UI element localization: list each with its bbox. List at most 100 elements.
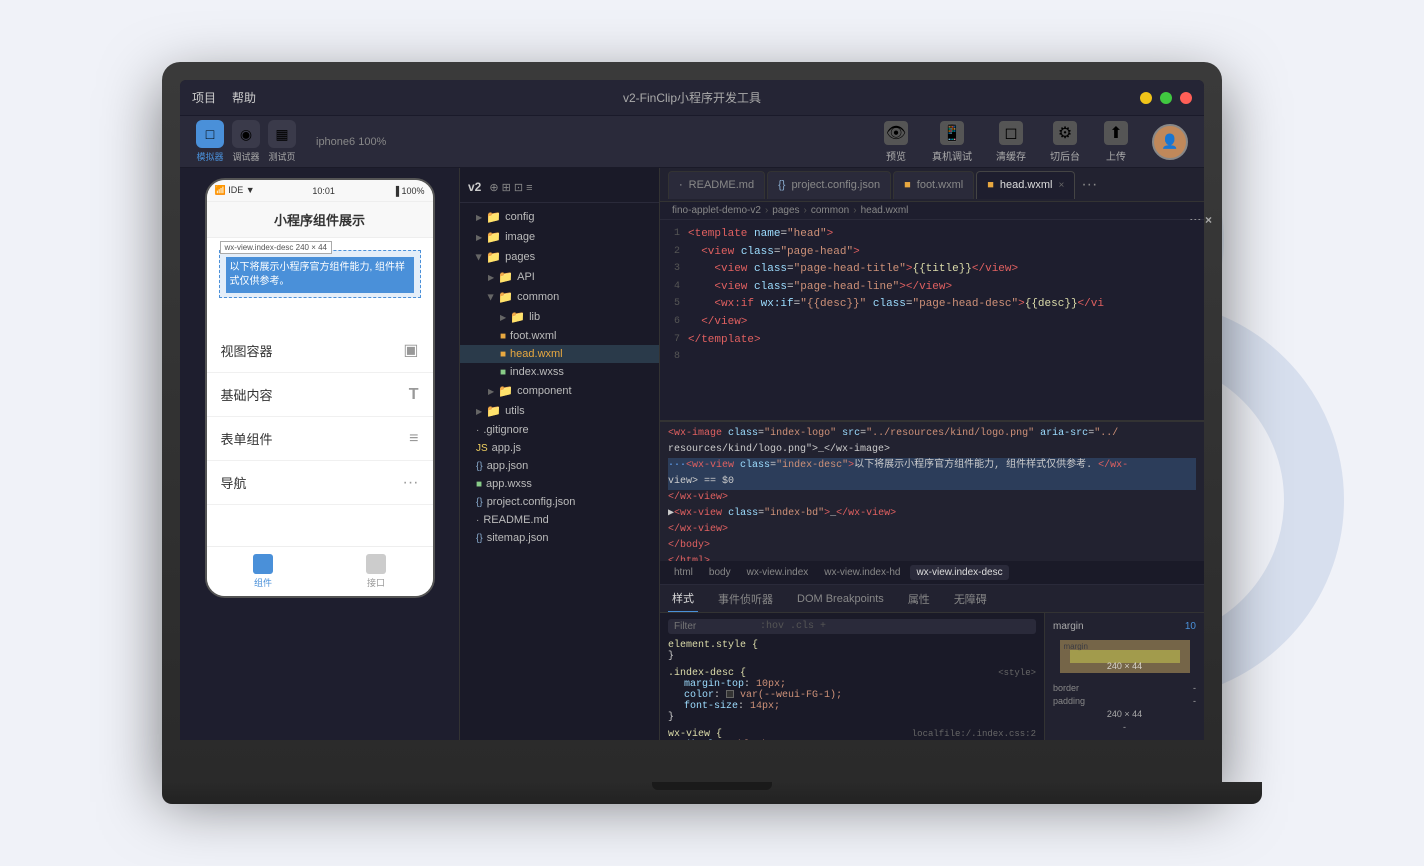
tab-more[interactable]: ··· — [1081, 176, 1097, 194]
simulate-button[interactable]: □ 模拟器 — [196, 120, 224, 163]
tree-item-head-wxml[interactable]: ■ head.wxml — [460, 345, 659, 363]
list-item-label-4: 导航 — [221, 473, 247, 492]
tree-item-image[interactable]: ▶ 📁 image — [460, 227, 659, 247]
tree-label-component: component — [517, 385, 571, 397]
devtools: <wx-image class="index-logo" src="../res… — [660, 420, 1204, 740]
phone-status-time: 10:01 — [312, 186, 335, 196]
window-minimize[interactable] — [1140, 92, 1152, 104]
element-tab-wx-view-index-hd[interactable]: wx-view.index-hd — [818, 565, 906, 580]
bm-bottom-dash: - — [1123, 722, 1126, 732]
devtools-tab-accessibility[interactable]: 无障碍 — [950, 585, 991, 613]
tree-item-config[interactable]: ▶ 📁 config — [460, 207, 659, 227]
devtools-tab-styles[interactable]: 样式 — [668, 585, 698, 613]
tree-label-app-wxss: app.wxss — [486, 478, 532, 490]
line-num-6: 6 — [660, 314, 688, 330]
tab-foot[interactable]: ■ foot.wxml — [893, 171, 974, 199]
style-source-index-desc[interactable]: <style> — [998, 668, 1036, 678]
list-item-nav[interactable]: 导航 ··· — [207, 461, 433, 505]
tree-item-gitignore[interactable]: · .gitignore — [460, 421, 659, 439]
tree-label-api: API — [517, 271, 535, 283]
html-line-text-6: ▶<wx-view class="index-bd">_</wx-view> — [668, 506, 896, 522]
devtools-tab-props[interactable]: 属性 — [904, 585, 934, 613]
element-tab-wx-view-index[interactable]: wx-view.index — [741, 565, 815, 580]
tree-item-app-wxss[interactable]: ■ app.wxss — [460, 475, 659, 493]
line-num-8: 8 — [660, 349, 688, 365]
devtools-tab-dom[interactable]: DOM Breakpoints — [793, 585, 888, 613]
folder-icon-pages: 📁 — [486, 250, 501, 264]
bm-border-label: border — [1053, 683, 1079, 693]
preview-icon: 👁 — [884, 121, 908, 145]
window-maximize[interactable] — [1160, 92, 1172, 104]
tree-item-pages[interactable]: ▶ 📁 pages — [460, 247, 659, 267]
tree-item-common[interactable]: ▶ 📁 common — [460, 287, 659, 307]
preview-action[interactable]: 👁 预览 — [884, 121, 908, 163]
menu-project[interactable]: 项目 — [192, 89, 216, 106]
tab-close-head[interactable]: × — [1058, 180, 1064, 191]
phone-nav-components[interactable]: 组件 — [253, 554, 273, 589]
box-model-panel: margin 10 margin — [1044, 613, 1204, 740]
menu-help[interactable]: 帮助 — [232, 89, 256, 106]
highlight-label: wx-view.index-desc 240 × 44 — [220, 241, 333, 254]
bm-section-border: border - — [1053, 683, 1196, 693]
list-item-form[interactable]: 表单组件 ≡ — [207, 417, 433, 461]
tree-item-api[interactable]: ▶ 📁 API — [460, 267, 659, 287]
phone-status-left: 📶 IDE ▼ — [215, 185, 255, 196]
arrow-pages: ▶ — [475, 254, 484, 260]
html-line-text-9: </html> — [668, 554, 710, 561]
tree-item-project-config[interactable]: {} project.config.json — [460, 493, 659, 511]
debug-button[interactable]: ◉ 调试器 — [232, 120, 260, 163]
code-text-4: <view class="page-head-line"></view> — [688, 279, 952, 297]
list-item-basic-content[interactable]: 基础内容 T — [207, 373, 433, 417]
phone-frame: 📶 IDE ▼ 10:01 ▐ 100% 小程序组件展示 ··· × — [205, 178, 435, 598]
tree-item-app-json[interactable]: {} app.json — [460, 457, 659, 475]
tree-item-foot-wxml[interactable]: ■ foot.wxml — [460, 327, 659, 345]
tree-label-utils: utils — [505, 405, 525, 417]
line-num-1: 1 — [660, 226, 688, 242]
box-model-value: 10 — [1185, 621, 1196, 632]
html-source: <wx-image class="index-logo" src="../res… — [660, 421, 1204, 561]
clear-cache-icon: ◻ — [999, 121, 1023, 145]
tree-label-foot-wxml: foot.wxml — [510, 330, 556, 342]
html-source-line-3: ··· <wx-view class="index-desc">以下将展示小程序… — [668, 458, 1196, 474]
tree-item-lib[interactable]: ▶ 📁 lib — [460, 307, 659, 327]
folder-icon-api: 📁 — [498, 270, 513, 284]
phone-nav-api[interactable]: 接口 — [366, 554, 386, 589]
real-device-action[interactable]: 📱 真机调试 — [932, 121, 972, 163]
tree-label-sitemap: sitemap.json — [487, 532, 549, 544]
app-title: v2-FinClip小程序开发工具 — [623, 89, 761, 106]
tree-item-app-js[interactable]: JS app.js — [460, 439, 659, 457]
element-tab-body[interactable]: body — [703, 565, 737, 580]
tab-readme[interactable]: · README.md — [668, 171, 765, 199]
tree-item-index-wxss[interactable]: ■ index.wxss — [460, 363, 659, 381]
tab-head[interactable]: ■ head.wxml × — [976, 171, 1075, 199]
breadcrumb: fino-applet-demo-v2 › pages › common › h… — [660, 202, 1204, 220]
tree-item-component[interactable]: ▶ 📁 component — [460, 381, 659, 401]
list-item-view-container[interactable]: 视图容器 ▣ — [207, 328, 433, 373]
styles-filter-input[interactable] — [674, 621, 754, 632]
style-source-wx-view[interactable]: localfile:/.index.css:2 — [912, 729, 1036, 739]
arrow-utils: ▶ — [476, 407, 482, 416]
tree-item-readme[interactable]: · README.md — [460, 511, 659, 529]
test-button[interactable]: ▦ 测试页 — [268, 120, 296, 163]
element-tab-wx-view-index-desc[interactable]: wx-view.index-desc — [910, 565, 1008, 580]
file-panel-actions[interactable]: ⊕ ⊞ ⊡ ≡ — [489, 181, 532, 194]
devtools-tab-event[interactable]: 事件侦听器 — [714, 585, 777, 613]
tree-item-utils[interactable]: ▶ 📁 utils — [460, 401, 659, 421]
code-section[interactable]: 1 <template name="head"> 2 <view class="… — [660, 220, 1204, 420]
style-selector-element: element.style { — [668, 640, 758, 651]
tab-icon-readme: · — [679, 179, 683, 191]
styles-filter[interactable]: :hov .cls + — [668, 619, 1036, 634]
element-tab-html[interactable]: html — [668, 565, 699, 580]
folder-icon-image: 📁 — [486, 230, 501, 244]
tab-project-config[interactable]: {} project.config.json — [767, 171, 891, 199]
clear-cache-action[interactable]: ◻ 清缓存 — [996, 121, 1026, 163]
file-icon-sitemap: {} — [476, 533, 483, 544]
list-item-icon-1: ▣ — [403, 340, 418, 360]
user-avatar[interactable]: 👤 — [1152, 124, 1188, 160]
tree-item-sitemap[interactable]: {} sitemap.json — [460, 529, 659, 547]
window-close[interactable] — [1180, 92, 1192, 104]
upload-action[interactable]: ⬆ 上传 — [1104, 121, 1128, 163]
switch-backend-action[interactable]: ⚙ 切后台 — [1050, 121, 1080, 163]
tab-label-foot: foot.wxml — [917, 179, 963, 191]
devtools-element-tabs: html body wx-view.index wx-view.index-hd… — [660, 561, 1204, 585]
